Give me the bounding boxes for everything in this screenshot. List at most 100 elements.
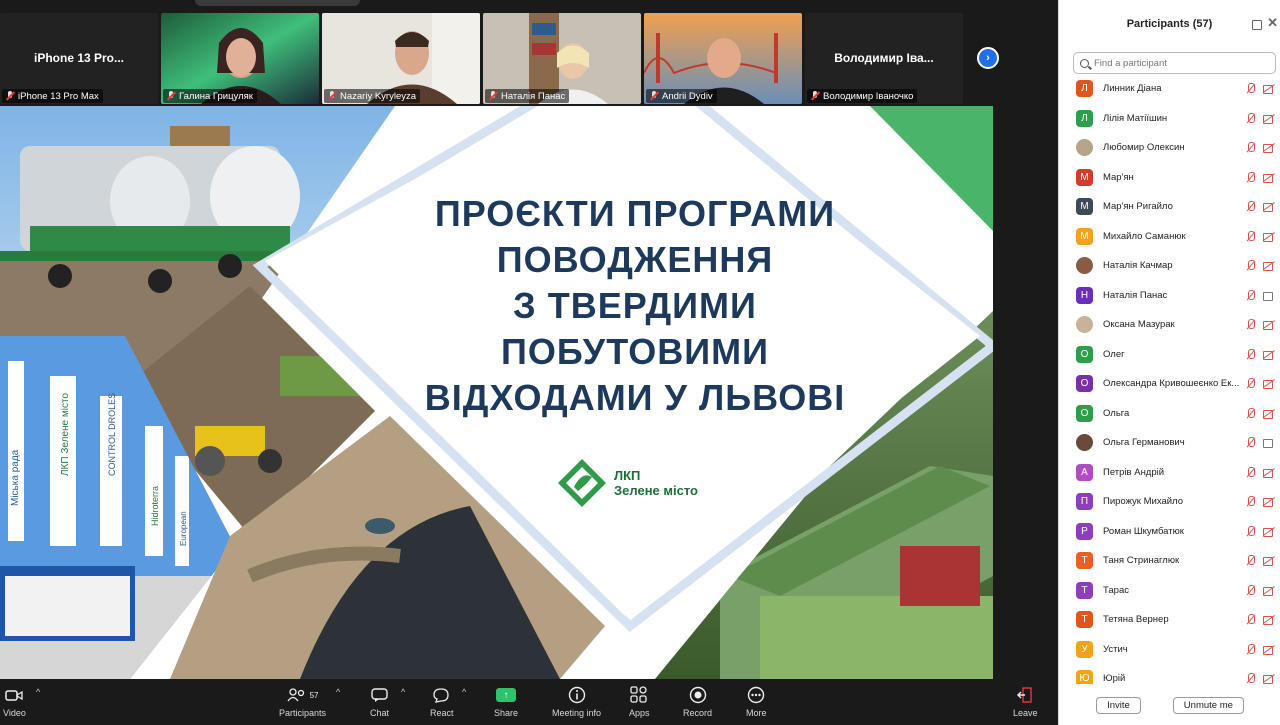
participants-button[interactable]: 57 Participants (279, 684, 326, 718)
chat-button[interactable]: Chat (370, 684, 389, 718)
apps-button[interactable]: Apps (629, 684, 650, 718)
title-line-1: ПРОЄКТИ ПРОГРАМИ (434, 193, 836, 234)
muted-mic-icon[interactable] (1246, 673, 1255, 684)
video-tile-halyna[interactable]: Галина Грицуляк (161, 13, 319, 104)
participants-panel: Participants (57) ✕ Л Линник Діана Л Лілія … (1058, 0, 1280, 725)
video-tile-nazariy[interactable]: Nazariy Kyryleyza (322, 13, 480, 104)
participant-search-input[interactable] (1094, 57, 1264, 69)
participant-row[interactable]: М Михайло Саманюк (1059, 222, 1280, 252)
muted-mic-icon[interactable] (1246, 319, 1255, 330)
muted-mic-icon[interactable] (1246, 584, 1255, 596)
chat-options-chevron-icon[interactable]: ^ (401, 687, 405, 697)
video-button[interactable]: Video (3, 684, 26, 718)
share-button[interactable]: ↑ Share (494, 684, 518, 718)
more-button[interactable]: More (746, 684, 767, 718)
react-button[interactable]: React (430, 684, 454, 718)
muted-mic-icon[interactable] (1246, 614, 1255, 625)
video-camera-icon[interactable] (1263, 438, 1275, 449)
video-off-icon[interactable] (1263, 261, 1275, 272)
video-off-icon[interactable] (1263, 379, 1275, 390)
record-button[interactable]: Record (683, 684, 712, 718)
participants-options-chevron-icon[interactable]: ^ (336, 687, 340, 697)
muted-mic-icon[interactable] (1246, 496, 1255, 507)
participant-row[interactable]: А Петрів Андрій (1059, 458, 1280, 488)
muted-mic-icon[interactable] (1246, 407, 1255, 419)
muted-mic-icon[interactable] (1246, 83, 1255, 94)
leave-button[interactable]: Leave (1013, 684, 1038, 718)
muted-mic-icon[interactable] (1246, 348, 1255, 360)
flag-text-1: Міська рада (10, 449, 21, 506)
participant-row[interactable]: Любомир Олексин (1059, 133, 1280, 163)
video-off-icon[interactable] (1263, 527, 1275, 537)
muted-mic-icon[interactable] (1246, 289, 1255, 301)
participant-row[interactable]: Н Наталія Панас (1059, 281, 1280, 311)
participant-row[interactable]: Л Лілія Матіїшин (1059, 104, 1280, 134)
video-off-icon[interactable] (1263, 468, 1275, 478)
participant-row[interactable]: Р Роман Шкумбатюк (1059, 517, 1280, 547)
video-off-icon[interactable] (1263, 143, 1275, 154)
video-off-icon[interactable] (1263, 615, 1275, 626)
participant-row[interactable]: М Мар'ян Ригайло (1059, 192, 1280, 222)
participant-row[interactable]: Т Таня Стринаглюк (1059, 546, 1280, 576)
popout-icon[interactable] (1252, 20, 1262, 30)
participant-search[interactable] (1073, 52, 1276, 74)
muted-mic-icon[interactable] (1246, 378, 1255, 389)
participant-row[interactable]: Оксана Мазурак (1059, 310, 1280, 340)
react-label: React (430, 708, 454, 718)
video-off-icon[interactable] (1263, 84, 1275, 95)
video-off-icon[interactable] (1263, 320, 1275, 331)
video-off-icon[interactable] (1263, 586, 1275, 596)
muted-mic-icon[interactable] (1246, 466, 1255, 478)
muted-mic-icon[interactable] (1246, 555, 1255, 566)
video-off-icon[interactable] (1263, 202, 1275, 213)
video-tile-volodymyr[interactable]: Володимир Іва... Володимир Іваночко (805, 13, 963, 104)
close-icon[interactable]: ✕ (1267, 15, 1278, 31)
muted-mic-icon[interactable] (1246, 230, 1255, 242)
participant-row[interactable]: У Устич (1059, 635, 1280, 665)
video-off-icon[interactable] (1263, 556, 1275, 567)
video-tile-natalia[interactable]: Наталія Панас (483, 13, 641, 104)
video-off-icon[interactable] (1263, 350, 1275, 360)
muted-mic-icon (650, 91, 659, 101)
next-page-arrow-icon[interactable]: › (977, 47, 999, 69)
muted-mic-icon[interactable] (1246, 112, 1255, 124)
video-tile-iphone[interactable]: iPhone 13 Pro... iPhone 13 Pro Max (0, 13, 158, 104)
meeting-info-button[interactable]: Meeting info (552, 684, 601, 718)
muted-mic-icon[interactable] (1246, 525, 1255, 537)
participant-row[interactable]: М Мар'ян (1059, 163, 1280, 193)
video-tile-andrii[interactable]: Andrii Dydiv (644, 13, 802, 104)
flag-text-5: European (179, 511, 188, 546)
video-off-icon[interactable] (1263, 409, 1275, 419)
participant-row[interactable]: Ольга Германович (1059, 428, 1280, 458)
react-options-chevron-icon[interactable]: ^ (462, 687, 466, 697)
participant-row[interactable]: Наталія Качмар (1059, 251, 1280, 281)
participant-row[interactable]: Т Тетяна Вернер (1059, 605, 1280, 635)
muted-mic-icon[interactable] (1246, 643, 1255, 655)
participant-row[interactable]: Л Линник Діана (1059, 74, 1280, 104)
video-off-icon[interactable] (1263, 114, 1275, 124)
participant-row[interactable]: О Ольга (1059, 399, 1280, 429)
video-options-chevron-icon[interactable]: ^ (36, 687, 40, 697)
invite-button[interactable]: Invite (1096, 696, 1141, 714)
participant-row[interactable]: О Олександра Кривошеєнко Ек... (1059, 369, 1280, 399)
participant-name: Ольга Германович (1103, 437, 1185, 449)
muted-mic-icon[interactable] (1246, 171, 1255, 183)
participant-row[interactable]: О Олег (1059, 340, 1280, 370)
video-camera-icon[interactable] (1263, 291, 1275, 301)
participant-row[interactable]: Т Тарас (1059, 576, 1280, 606)
avatar (1076, 434, 1093, 452)
video-off-icon[interactable] (1263, 232, 1275, 242)
unmute-me-button[interactable]: Unmute me (1172, 696, 1244, 714)
video-off-icon[interactable] (1263, 497, 1275, 508)
muted-mic-icon[interactable] (1246, 437, 1255, 448)
participant-name: Таня Стринаглюк (1103, 555, 1180, 567)
video-off-icon[interactable] (1263, 674, 1275, 684)
muted-mic-icon[interactable] (1246, 260, 1255, 271)
video-off-icon[interactable] (1263, 173, 1275, 183)
participant-row[interactable]: Ю Юрій (1059, 664, 1280, 684)
muted-mic-icon[interactable] (1246, 201, 1255, 212)
participant-row[interactable]: П Пирожук Михайло (1059, 487, 1280, 517)
video-off-icon[interactable] (1263, 645, 1275, 655)
muted-mic-icon[interactable] (1246, 142, 1255, 153)
avatar (1076, 139, 1093, 157)
